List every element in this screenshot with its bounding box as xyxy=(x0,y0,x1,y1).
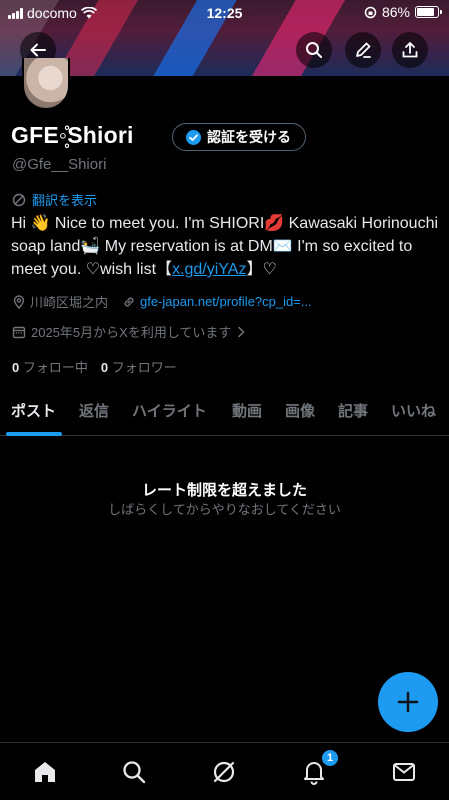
tab-images[interactable]: 画像 xyxy=(285,400,315,421)
website-link[interactable]: gfe-japan.net/profile?cp_id=... xyxy=(140,294,312,309)
edit-button[interactable] xyxy=(345,32,381,68)
bottom-nav: 1 xyxy=(0,742,449,800)
profile-meta: 川崎区堀之内 gfe-japan.net/profile?cp_id=... xyxy=(12,292,312,311)
orientation-lock-icon xyxy=(364,6,377,18)
followers-count: 0 xyxy=(100,360,109,375)
profile-tabs: ポスト 返信 ハイライト 動画 画像 記事 いいね xyxy=(0,388,449,436)
joined-text: 2025年5月からXを利用しています xyxy=(31,325,232,340)
tab-posts[interactable]: ポスト xyxy=(11,400,56,421)
get-verified-label: 認証を受ける xyxy=(207,129,291,145)
bio-text-end: 】♡ xyxy=(246,261,277,278)
profile-bio: Hi 👋 Nice to meet you. I'm SHIORI💋 Kawas… xyxy=(11,212,441,281)
share-button[interactable] xyxy=(392,32,428,68)
nav-notifications[interactable]: 1 xyxy=(299,749,339,787)
grok-icon xyxy=(213,761,235,783)
status-bar: docomo 12:25 86% xyxy=(0,0,449,26)
verified-icon xyxy=(186,129,201,145)
battery-percent: 86% xyxy=(381,4,410,20)
avatar[interactable] xyxy=(22,58,70,110)
location-icon xyxy=(13,294,25,309)
edit-icon xyxy=(356,42,371,58)
calendar-icon xyxy=(12,326,26,338)
nav-messages[interactable] xyxy=(389,757,419,787)
joined-date[interactable]: 2025年5月からXを利用しています xyxy=(12,322,246,341)
nav-search[interactable] xyxy=(119,757,149,787)
following-count: 0 xyxy=(12,360,20,375)
search-button[interactable] xyxy=(296,32,332,68)
user-handle: @Gfe__Shiori xyxy=(12,156,107,173)
active-tab-indicator xyxy=(6,432,62,436)
following-label: フォロー中 xyxy=(22,360,88,375)
search-icon xyxy=(306,42,322,58)
translate-label: 翻訳を表示 xyxy=(32,193,98,208)
home-icon xyxy=(35,762,55,782)
tab-articles[interactable]: 記事 xyxy=(338,400,368,421)
empty-state-subtitle: しばらくしてからやりなおしてください xyxy=(108,502,341,517)
translate-icon xyxy=(12,193,26,206)
get-verified-button[interactable]: 認証を受ける xyxy=(172,123,306,151)
followers-link[interactable]: 0 フォロワー xyxy=(101,357,177,376)
empty-state-title: レート制限を超えました xyxy=(141,482,307,499)
bio-wishlist-link[interactable]: x.gd/yiYAz xyxy=(172,261,246,278)
tab-videos[interactable]: 動画 xyxy=(232,400,262,421)
compose-post-button[interactable] xyxy=(378,672,438,732)
location-text: 川崎区堀之内 xyxy=(30,295,109,310)
tab-likes[interactable]: いいね xyxy=(391,400,436,421)
notification-badge: 1 xyxy=(321,749,339,767)
nav-home[interactable] xyxy=(30,757,60,787)
chevron-right-icon xyxy=(238,326,245,337)
display-name: GFE◦̥̊Shiori xyxy=(11,122,134,148)
followers-label: フォロワー xyxy=(111,360,177,375)
mail-icon xyxy=(393,763,415,781)
link-icon xyxy=(124,297,134,306)
nav-grok[interactable] xyxy=(209,757,239,787)
translate-bio-link[interactable]: 翻訳を表示 xyxy=(12,190,97,209)
plus-icon xyxy=(397,691,419,713)
battery-icon xyxy=(415,6,442,18)
tab-replies[interactable]: 返信 xyxy=(79,400,109,421)
following-link[interactable]: 0 フォロー中 xyxy=(12,357,88,376)
share-icon xyxy=(402,42,418,58)
back-arrow-icon xyxy=(30,43,46,57)
search-icon xyxy=(123,761,146,784)
follow-stats: 0 フォロー中 0 フォロワー xyxy=(12,357,177,376)
tab-highlights[interactable]: ハイライト xyxy=(132,400,207,421)
